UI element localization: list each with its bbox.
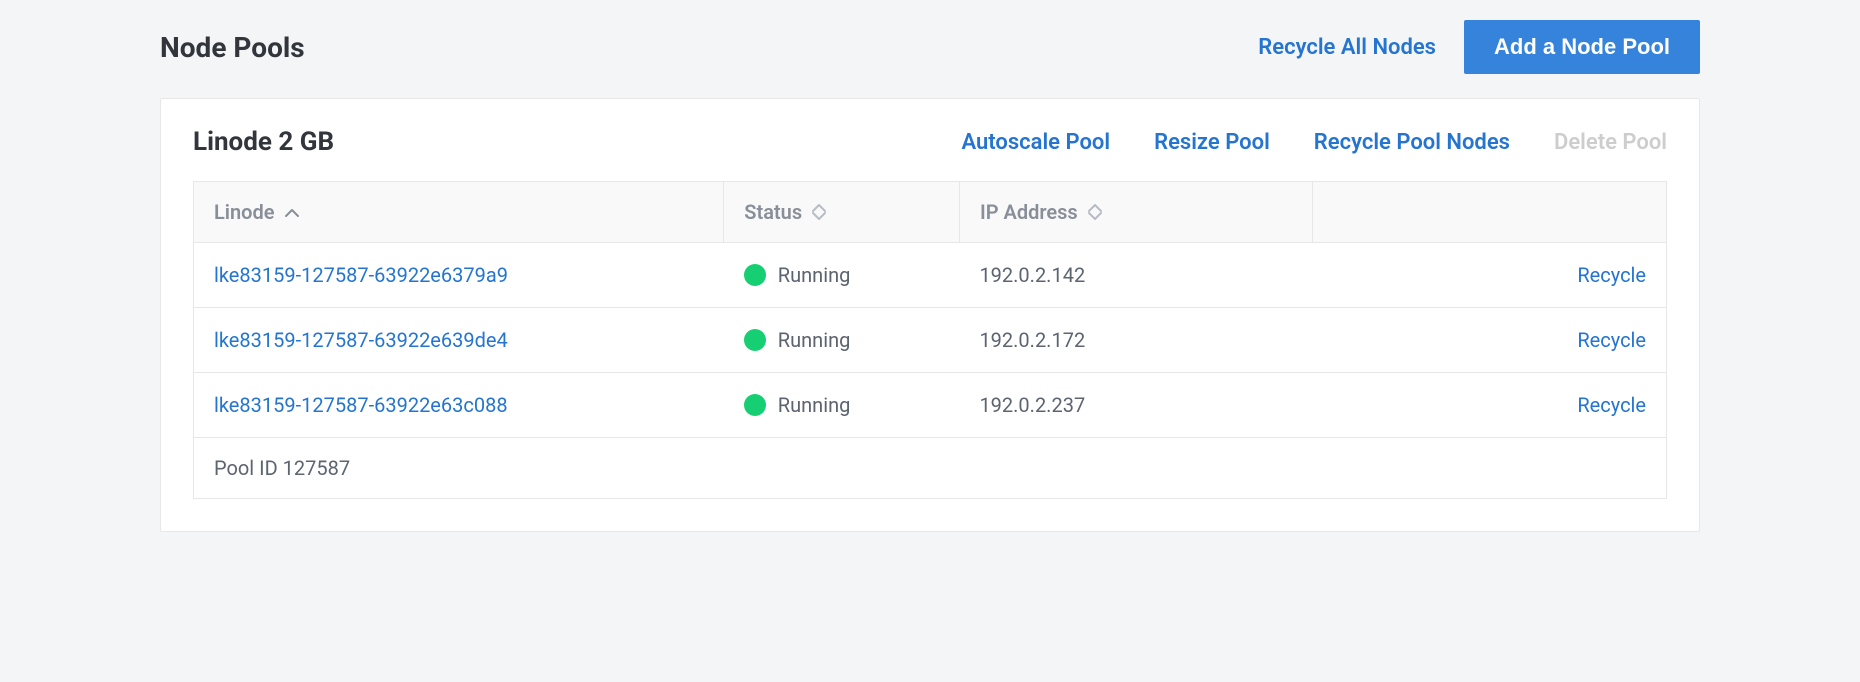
table-footer-row: Pool ID 127587	[194, 438, 1667, 499]
recycle-node-link[interactable]: Recycle	[1577, 328, 1646, 352]
column-label: Status	[744, 200, 802, 224]
recycle-all-nodes-link[interactable]: Recycle All Nodes	[1258, 35, 1436, 60]
sort-icon	[1088, 203, 1102, 221]
node-link[interactable]: lke83159-127587-63922e63c088	[214, 393, 508, 417]
status-text: Running	[778, 393, 851, 417]
sort-asc-icon	[285, 208, 299, 217]
page-title: Node Pools	[160, 31, 305, 64]
node-pools-panel: Node Pools Recycle All Nodes Add a Node …	[160, 20, 1700, 532]
nodes-table: Linode Status	[193, 181, 1667, 499]
pool-id-text: Pool ID 127587	[194, 438, 1667, 499]
ip-address: 192.0.2.142	[959, 243, 1313, 308]
ip-address: 192.0.2.237	[959, 373, 1313, 438]
column-header-status[interactable]: Status	[724, 182, 960, 243]
pool-card-header: Linode 2 GB Autoscale Pool Resize Pool R…	[193, 127, 1667, 157]
recycle-node-link[interactable]: Recycle	[1577, 393, 1646, 417]
table-row: lke83159-127587-63922e6379a9 Running 192…	[194, 243, 1667, 308]
status-running-icon	[744, 329, 766, 351]
status-running-icon	[744, 264, 766, 286]
status-running-icon	[744, 394, 766, 416]
resize-pool-link[interactable]: Resize Pool	[1154, 130, 1270, 155]
column-header-ip[interactable]: IP Address	[959, 182, 1313, 243]
status-text: Running	[778, 263, 851, 287]
column-label: Linode	[214, 200, 275, 224]
pool-card: Linode 2 GB Autoscale Pool Resize Pool R…	[160, 98, 1700, 532]
table-row: lke83159-127587-63922e639de4 Running 192…	[194, 308, 1667, 373]
column-header-linode[interactable]: Linode	[194, 182, 724, 243]
table-header-row: Linode Status	[194, 182, 1667, 243]
delete-pool-link: Delete Pool	[1554, 130, 1667, 155]
node-link[interactable]: lke83159-127587-63922e639de4	[214, 328, 508, 352]
status-text: Running	[778, 328, 851, 352]
column-header-action	[1313, 182, 1667, 243]
sort-icon	[812, 203, 826, 221]
table-row: lke83159-127587-63922e63c088 Running 192…	[194, 373, 1667, 438]
panel-header: Node Pools Recycle All Nodes Add a Node …	[160, 20, 1700, 74]
column-label: IP Address	[980, 200, 1078, 224]
recycle-node-link[interactable]: Recycle	[1577, 263, 1646, 287]
autoscale-pool-link[interactable]: Autoscale Pool	[961, 130, 1110, 155]
ip-address: 192.0.2.172	[959, 308, 1313, 373]
pool-actions: Autoscale Pool Resize Pool Recycle Pool …	[961, 130, 1667, 155]
node-link[interactable]: lke83159-127587-63922e6379a9	[214, 263, 508, 287]
add-node-pool-button[interactable]: Add a Node Pool	[1464, 20, 1700, 74]
recycle-pool-nodes-link[interactable]: Recycle Pool Nodes	[1314, 130, 1510, 155]
pool-name: Linode 2 GB	[193, 127, 334, 157]
header-actions: Recycle All Nodes Add a Node Pool	[1258, 20, 1700, 74]
